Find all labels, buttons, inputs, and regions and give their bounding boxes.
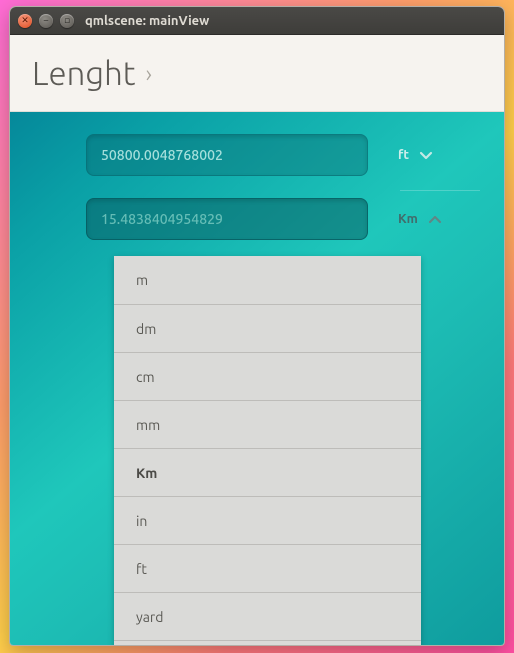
unit-option-statute-mile[interactable]: statute mile	[114, 640, 421, 646]
convert-to-row: 15.4838404954829 Km	[38, 198, 476, 240]
window-title: qmlscene: mainView	[85, 14, 209, 28]
from-unit-selector[interactable]: ft	[398, 148, 433, 162]
divider	[400, 190, 480, 191]
chevron-right-icon: ›	[145, 60, 152, 87]
to-unit-selector[interactable]: Km	[398, 212, 442, 226]
convert-from-row: 50800.0048768002 ft	[38, 134, 476, 176]
titlebar[interactable]: ✕ – ▫ qmlscene: mainView	[10, 7, 504, 35]
unit-option-km[interactable]: Km	[114, 448, 421, 496]
page-header[interactable]: Lenght ›	[10, 35, 504, 112]
from-value-text: 50800.0048768002	[101, 147, 223, 163]
content-area: 50800.0048768002 ft 15.4838404954829 Km	[10, 112, 504, 645]
unit-option-in[interactable]: in	[114, 496, 421, 544]
maximize-icon[interactable]: ▫	[60, 14, 74, 28]
unit-dropdown: m dm cm mm Km in ft yard statute mile na…	[114, 256, 421, 646]
to-unit-label: Km	[398, 212, 418, 226]
from-unit-label: ft	[398, 148, 409, 162]
unit-option-cm[interactable]: cm	[114, 352, 421, 400]
to-value-input[interactable]: 15.4838404954829	[86, 198, 368, 240]
chevron-up-icon	[428, 212, 442, 226]
unit-option-mm[interactable]: mm	[114, 400, 421, 448]
minimize-icon[interactable]: –	[39, 14, 53, 28]
page-title: Lenght	[32, 55, 135, 92]
unit-option-ft[interactable]: ft	[114, 544, 421, 592]
from-value-input[interactable]: 50800.0048768002	[86, 134, 368, 176]
close-icon[interactable]: ✕	[18, 14, 32, 28]
app-window: ✕ – ▫ qmlscene: mainView Lenght › 50800.…	[9, 6, 505, 646]
chevron-down-icon	[419, 148, 433, 162]
unit-option-m[interactable]: m	[114, 256, 421, 304]
unit-option-dm[interactable]: dm	[114, 304, 421, 352]
unit-option-yard[interactable]: yard	[114, 592, 421, 640]
to-value-text: 15.4838404954829	[101, 211, 223, 227]
